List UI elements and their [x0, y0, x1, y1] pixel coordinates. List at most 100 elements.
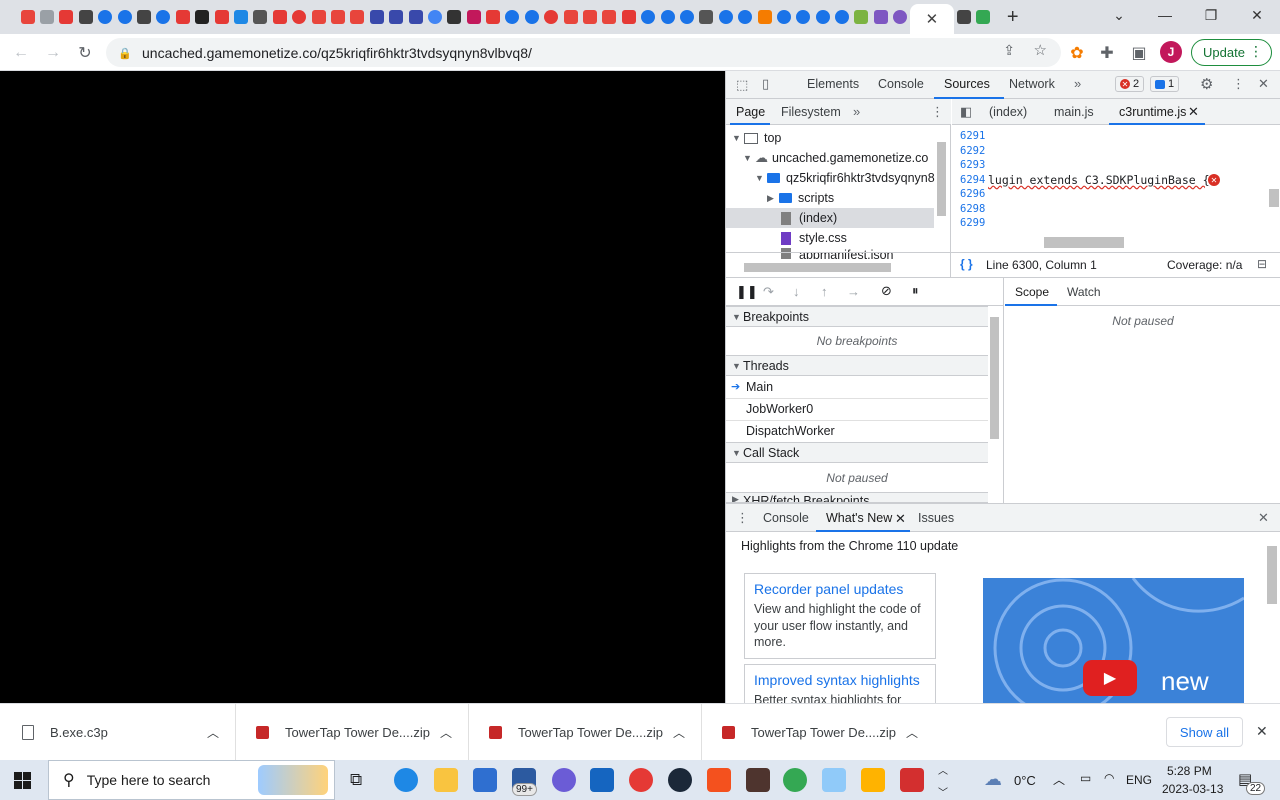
tab-scope[interactable]: Scope [1015, 285, 1049, 299]
threads-header[interactable]: ▼ Threads [726, 355, 988, 376]
taskbar-search[interactable]: ⚲ Type here to search [48, 760, 335, 800]
tree-style[interactable]: style.css [781, 228, 847, 248]
xhr-breakpoints-header[interactable]: ▶ XHR/fetch Breakpoints [726, 492, 988, 503]
step-out-icon[interactable]: ↑ [821, 284, 828, 299]
tab-favicon-30[interactable] [580, 0, 599, 34]
edge-app-icon[interactable] [394, 768, 418, 792]
tab-favicon-13[interactable] [251, 0, 270, 34]
editor-tab-c3runtime[interactable]: c3runtime.js [1119, 105, 1186, 119]
close-window-icon[interactable]: ✕ [1234, 0, 1280, 30]
extensions-puzzle-icon[interactable]: ✚ [1094, 40, 1120, 66]
close-tab-icon[interactable]: ✕ [926, 10, 939, 28]
play-button-icon[interactable]: ▶ [1083, 660, 1137, 696]
tab-favicon-27[interactable] [522, 0, 541, 34]
tree-domain[interactable]: ▼ ☁ uncached.gamemonetize.co [743, 148, 928, 168]
wifi-icon[interactable]: ◠ [1104, 771, 1114, 785]
thread-jobworker[interactable]: JobWorker0 [746, 402, 813, 416]
callstack-header[interactable]: ▼ Call Stack [726, 442, 988, 463]
copilot-app-icon[interactable] [552, 768, 576, 792]
thread-dispatchworker[interactable]: DispatchWorker [746, 424, 835, 438]
notes-app-icon[interactable] [861, 768, 885, 792]
show-all-button[interactable]: Show all [1166, 717, 1243, 747]
pause-on-exceptions-icon[interactable]: ⏸ [912, 283, 919, 299]
tab-page[interactable]: Page [736, 105, 765, 119]
more-tabs-icon[interactable]: » [1074, 76, 1081, 91]
tab-favicon-21[interactable] [406, 0, 425, 34]
tab-favicon-24[interactable] [464, 0, 483, 34]
chrome-app-icon[interactable] [783, 768, 807, 792]
tab-favicon-38[interactable] [735, 0, 754, 34]
editor-tab-index[interactable]: (index) [989, 105, 1027, 119]
expand-icon[interactable]: ▼ [743, 153, 755, 163]
language-indicator[interactable]: ENG [1126, 773, 1152, 787]
tree-top[interactable]: ▼ top [732, 128, 781, 148]
start-button-icon[interactable] [14, 772, 31, 789]
chevron-up-icon[interactable]: ︿ [906, 724, 918, 741]
navigator-menu-icon[interactable]: ⋮ [931, 104, 944, 120]
breakpoints-header[interactable]: ▼ Breakpoints [726, 306, 988, 327]
editor-hscrollbar[interactable] [1044, 237, 1124, 248]
tab-favicon-18[interactable] [348, 0, 367, 34]
tab-favicon-16[interactable] [309, 0, 328, 34]
close-downloads-icon[interactable]: ✕ [1256, 723, 1268, 740]
steam-app-icon[interactable] [668, 768, 692, 792]
message-badge[interactable]: 1 [1150, 76, 1180, 92]
chevron-up-icon[interactable]: ︿ [207, 724, 219, 741]
tab-favicon-36[interactable] [697, 0, 716, 34]
tab-network[interactable]: Network [1009, 77, 1055, 91]
download-item[interactable]: TowerTap Tower De....zip ︿ [702, 704, 935, 761]
tab-favicon-10[interactable] [193, 0, 212, 34]
minimize-icon[interactable]: — [1142, 0, 1188, 30]
tab-favicon-12[interactable] [231, 0, 250, 34]
drawer-menu-icon[interactable]: ⋮ [736, 510, 749, 526]
navigator-vscrollbar[interactable] [937, 142, 946, 216]
tab-favicon-15[interactable] [289, 0, 308, 34]
thread-main[interactable]: Main [746, 380, 773, 394]
debugger-vscrollbar[interactable] [990, 317, 999, 439]
tab-favicon-28[interactable] [542, 0, 561, 34]
tab-favicon-26[interactable] [503, 0, 522, 34]
back-icon[interactable]: ← [8, 40, 34, 66]
tree-index[interactable]: (index) [726, 208, 934, 228]
download-item[interactable]: B.exe.c3p ︿ [0, 704, 236, 761]
tab-favicon-5[interactable] [96, 0, 115, 34]
network-icon[interactable]: ▭ [1080, 771, 1091, 785]
download-item[interactable]: TowerTap Tower De....zip ︿ [469, 704, 702, 761]
tab-favicon-6[interactable] [115, 0, 134, 34]
tab-favicon-17[interactable] [328, 0, 347, 34]
task-view-icon[interactable]: ⧉ [350, 770, 362, 790]
share-icon[interactable]: ⇪ [1003, 42, 1015, 59]
tab-favicon-11[interactable] [212, 0, 231, 34]
app-icon[interactable] [707, 768, 731, 792]
app-icon[interactable] [590, 768, 614, 792]
card-title[interactable]: Recorder panel updates [754, 581, 926, 597]
drawer-tab-whats-new[interactable]: What's New [826, 511, 892, 525]
address-bar[interactable]: 🔒 uncached.gamemonetize.co/qz5kriqfir6hk… [106, 38, 1061, 67]
tab-sources[interactable]: Sources [944, 77, 990, 91]
toggle-navigator-icon[interactable]: ◧ [960, 104, 972, 120]
editor-tab-mainjs[interactable]: main.js [1054, 105, 1094, 119]
tab-console[interactable]: Console [878, 77, 924, 91]
pretty-print-icon[interactable]: { } [960, 257, 973, 271]
drawer-tab-console[interactable]: Console [763, 511, 809, 525]
tab-favicon-40[interactable] [774, 0, 793, 34]
tab-favicon-37[interactable] [716, 0, 735, 34]
code-line[interactable]: lugin extends C3.SDKPluginBase { [988, 173, 1210, 187]
tab-favicon-14[interactable] [270, 0, 289, 34]
step-into-icon[interactable]: ↓ [793, 284, 800, 299]
coverage-toggle-icon[interactable]: ⊟ [1257, 257, 1267, 271]
chevron-up-icon[interactable]: ︿ [673, 724, 685, 741]
new-tab-button[interactable]: + [993, 6, 1033, 29]
tab-favicon-43[interactable] [832, 0, 851, 34]
side-panel-icon[interactable]: ▣ [1126, 40, 1152, 66]
expand-icon[interactable]: ▼ [732, 312, 743, 322]
expand-icon[interactable]: ▼ [732, 361, 743, 371]
weather-cloud-icon[interactable]: ☁ [984, 769, 1002, 790]
tab-favicon-8[interactable] [154, 0, 173, 34]
step-over-icon[interactable]: ↷ [763, 284, 774, 300]
active-tab[interactable]: ✕ [909, 4, 954, 34]
error-badge[interactable]: ✕ 2 [1115, 76, 1145, 92]
profile-avatar[interactable]: J [1160, 41, 1182, 63]
app-icon[interactable] [900, 768, 924, 792]
deactivate-breakpoints-icon[interactable]: ⊘ [881, 283, 892, 299]
